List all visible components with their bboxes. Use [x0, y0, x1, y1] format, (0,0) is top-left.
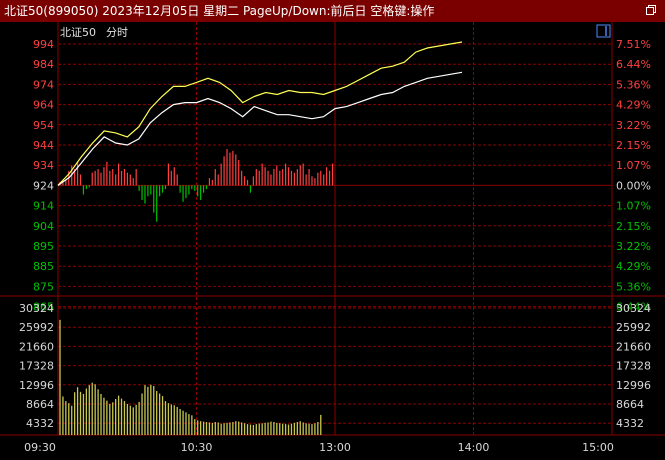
window-title: 北证50(899050) 2023年12月05日 星期二 PageUp/Down… — [4, 4, 435, 18]
pct-tick-label: 3.22% — [616, 119, 651, 132]
volume-tick-label: 12996 — [19, 379, 54, 392]
time-axis-label: 14:00 — [458, 441, 490, 454]
time-axis-label: 15:00 — [582, 441, 614, 454]
volume-tick-label-right: 25992 — [616, 321, 651, 334]
price-tick-label: 934 — [33, 159, 54, 172]
volume-tick-label: 25992 — [19, 321, 54, 334]
pct-tick-label: 4.29% — [616, 260, 651, 273]
volume-tick-label: 21660 — [19, 340, 54, 353]
volume-tick-label-right: 17328 — [616, 360, 651, 373]
price-tick-label: 914 — [33, 200, 54, 213]
price-tick-label: 895 — [33, 240, 54, 253]
intraday-chart[interactable]: 994 7.51% 984 6.44% 974 5.36% 964 4.29% 954 3.22%… — [0, 22, 665, 460]
time-axis-label: 10:30 — [181, 441, 213, 454]
price-tick-label: 875 — [33, 280, 54, 293]
price-tick-label: 964 — [33, 99, 54, 112]
pct-tick-label: 1.07% — [616, 159, 651, 172]
volume-tick-label-right: 4332 — [616, 417, 644, 430]
price-tick-label: 904 — [33, 220, 54, 233]
time-axis-label: 13:00 — [319, 441, 351, 454]
legend-mode-label[interactable]: 分时 — [106, 26, 128, 39]
pct-tick-label: 1.07% — [616, 200, 651, 213]
price-tick-label: 924 — [33, 179, 54, 192]
volume-tick-label: 4332 — [26, 417, 54, 430]
pct-tick-label: 0.00% — [616, 179, 651, 192]
legend-index-name: 北证50 — [60, 26, 96, 39]
price-tick-label: 944 — [33, 139, 54, 152]
pct-tick-label: 2.15% — [616, 139, 651, 152]
volume-tick-label: 30324 — [19, 302, 54, 315]
volume-tick-label: 17328 — [19, 360, 54, 373]
volume-tick-label-right: 30324 — [616, 302, 651, 315]
pct-tick-label: 5.36% — [616, 78, 651, 91]
volume-tick-label-right: 12996 — [616, 379, 651, 392]
price-tick-label: 974 — [33, 78, 54, 91]
window-restore-icon[interactable] — [645, 4, 657, 16]
pct-tick-label: 3.22% — [616, 240, 651, 253]
price-tick-label: 954 — [33, 119, 54, 132]
title-bar: 北证50(899050) 2023年12月05日 星期二 PageUp/Down… — [0, 0, 665, 22]
pct-tick-label: 7.51% — [616, 38, 651, 51]
pct-tick-label: 2.15% — [616, 220, 651, 233]
price-tick-label: 984 — [33, 58, 54, 71]
volume-tick-label-right: 21660 — [616, 340, 651, 353]
pct-tick-label: 4.29% — [616, 99, 651, 112]
pct-tick-label: 5.36% — [616, 280, 651, 293]
volume-tick-label: 8664 — [26, 398, 54, 411]
price-tick-label: 994 — [33, 38, 54, 51]
volume-tick-label-right: 8664 — [616, 398, 644, 411]
pct-tick-label: 6.44% — [616, 58, 651, 71]
price-tick-label: 885 — [33, 260, 54, 273]
time-axis-label: 09:30 — [24, 441, 56, 454]
